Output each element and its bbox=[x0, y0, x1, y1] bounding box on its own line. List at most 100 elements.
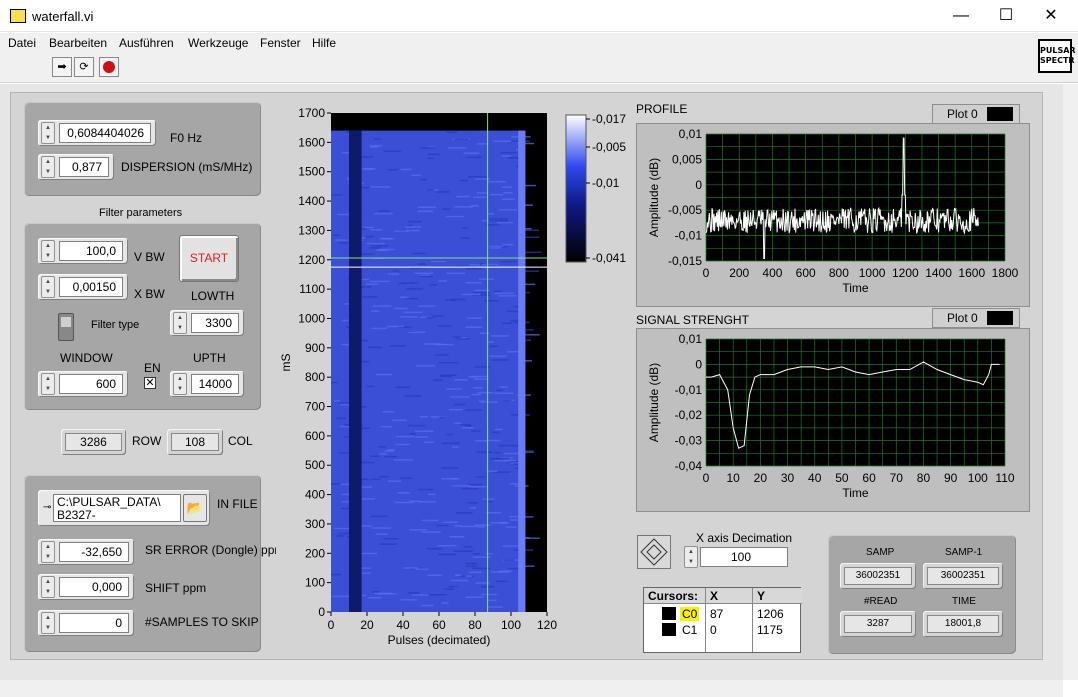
profile-graph[interactable]: 0 200 400 600 800 1000 1200 1400 1600 1800 0,01 0,0… bbox=[636, 123, 1030, 307]
cursor-name-c0[interactable]: C0 bbox=[680, 607, 700, 621]
start-button[interactable]: START bbox=[179, 235, 239, 282]
x-tick-label: 120 bbox=[537, 618, 557, 632]
vbw-control[interactable]: ▲ ▼ 100,0 bbox=[38, 238, 128, 264]
xbw-spinner[interactable]: ▲ ▼ bbox=[41, 276, 55, 298]
sr-error-value[interactable]: -32,650 bbox=[59, 542, 129, 562]
menu-bearbeiten[interactable]: Bearbeiten bbox=[49, 36, 107, 50]
x-tick-label: 80 bbox=[917, 471, 931, 485]
waterfall-texture-cell bbox=[371, 527, 392, 529]
upth-value[interactable]: 14000 bbox=[191, 374, 239, 394]
dispersion-control[interactable]: ▲ ▼ 0,877 bbox=[38, 154, 114, 180]
x-tick-label: 40 bbox=[396, 618, 410, 632]
graph-palette-nav-icon[interactable] bbox=[637, 535, 671, 569]
x-decimation-value[interactable]: 100 bbox=[700, 547, 788, 567]
waterfall-texture-cell bbox=[468, 571, 482, 574]
waterfall-texture-cell bbox=[387, 449, 395, 451]
waterfall-texture-cell bbox=[494, 392, 514, 394]
waterfall-texture-cell bbox=[408, 592, 420, 594]
waterfall-texture-cell bbox=[398, 282, 406, 285]
waterfall-texture-cell bbox=[386, 325, 404, 328]
xbw-value[interactable]: 0,00150 bbox=[59, 277, 123, 297]
waterfall-texture-cell bbox=[431, 315, 445, 317]
run-arrow-icon[interactable]: ➡ bbox=[52, 57, 72, 77]
waterfall-texture-cell bbox=[524, 236, 540, 239]
waterfall-texture-cell bbox=[452, 485, 471, 487]
signal-graph[interactable]: 0 10 20 30 40 50 60 70 80 90 100 110 0,01 0 -0,01 -0,02… bbox=[636, 328, 1030, 512]
waterfall-texture-cell bbox=[406, 224, 413, 227]
vbw-spinner[interactable]: ▲ ▼ bbox=[41, 240, 55, 262]
shift-spinner[interactable]: ▲ ▼ bbox=[41, 576, 55, 598]
x-tick-label: 30 bbox=[781, 471, 795, 485]
abort-icon[interactable] bbox=[99, 57, 119, 77]
skip-control[interactable]: ▲ ▼ 0 bbox=[38, 610, 134, 636]
waterfall-texture-cell bbox=[367, 596, 382, 599]
lowth-control[interactable]: ▲ ▼ 3300 bbox=[170, 310, 244, 336]
shift-value[interactable]: 0,000 bbox=[59, 577, 129, 597]
signal-plot-legend[interactable]: Plot 0 bbox=[932, 308, 1020, 328]
waterfall-texture-cell bbox=[485, 553, 494, 555]
lowth-spinner[interactable]: ▲ ▼ bbox=[173, 312, 187, 334]
waterfall-texture-cell bbox=[376, 373, 393, 376]
skip-spinner[interactable]: ▲ ▼ bbox=[41, 612, 55, 634]
menu-datei[interactable]: Datei bbox=[8, 36, 36, 50]
upth-control[interactable]: ▲ ▼ 14000 bbox=[170, 371, 244, 397]
waterfall-texture-cell bbox=[441, 467, 459, 469]
waterfall-texture-cell bbox=[369, 247, 382, 249]
waterfall-texture-cell bbox=[467, 317, 482, 319]
read-value: 3287 bbox=[844, 615, 912, 633]
f0-spinner[interactable]: ▲ ▼ bbox=[41, 122, 55, 144]
waterfall-texture-cell bbox=[450, 298, 466, 301]
minimize-button[interactable]: — bbox=[938, 0, 984, 32]
waterfall-texture-cell bbox=[417, 206, 437, 209]
y-tick-label: 0 bbox=[695, 357, 702, 371]
window-control[interactable]: ▲ ▼ 600 bbox=[38, 371, 128, 397]
waterfall-texture-cell bbox=[418, 305, 436, 307]
dispersion-value[interactable]: 0,877 bbox=[59, 157, 109, 177]
y-tick-label: 1000 bbox=[298, 311, 325, 325]
x-tick-label: 100 bbox=[501, 618, 521, 632]
waterfall-texture-cell bbox=[395, 435, 415, 438]
waterfall-texture-cell bbox=[476, 476, 485, 478]
xbw-control[interactable]: ▲ ▼ 0,00150 bbox=[38, 274, 128, 300]
maximize-button[interactable]: ☐ bbox=[983, 0, 1029, 32]
skip-value[interactable]: 0 bbox=[59, 613, 129, 633]
waterfall-texture-cell bbox=[504, 559, 515, 561]
in-file-path[interactable]: C:\PULSAR_DATA\ B2327- bbox=[53, 494, 181, 522]
menu-ausfuehren[interactable]: Ausführen bbox=[119, 36, 174, 50]
menu-werkzeuge[interactable]: Werkzeuge bbox=[188, 36, 248, 50]
profile-plot-legend[interactable]: Plot 0 bbox=[932, 104, 1020, 124]
waterfall-texture-cell bbox=[420, 531, 441, 533]
upth-spinner[interactable]: ▲ ▼ bbox=[173, 373, 187, 395]
waterfall-texture-cell bbox=[399, 316, 418, 318]
run-continuously-icon[interactable]: ⟳ bbox=[74, 57, 94, 77]
read-label: #READ bbox=[864, 596, 898, 607]
cursor-legend[interactable]: Cursors: X Y C0 87 1206 C1 0 1175 bbox=[643, 587, 802, 653]
menu-hilfe[interactable]: Hilfe bbox=[312, 36, 336, 50]
window-spinner[interactable]: ▲ ▼ bbox=[41, 373, 55, 395]
close-button[interactable]: ✕ bbox=[1028, 0, 1074, 32]
cursor-name-c1[interactable]: C1 bbox=[680, 623, 699, 637]
horizontal-scrollbar[interactable] bbox=[0, 680, 1063, 697]
cursor-x-c1: 0 bbox=[710, 623, 717, 637]
waterfall-texture-cell bbox=[488, 599, 497, 602]
vertical-scrollbar[interactable] bbox=[1063, 84, 1078, 680]
waterfall-texture-cell bbox=[445, 388, 462, 390]
vbw-value[interactable]: 100,0 bbox=[59, 241, 123, 261]
folder-browse-icon[interactable]: 📂 bbox=[183, 494, 207, 522]
waterfall-graph[interactable]: 0100200300400500600700800900100011001200… bbox=[276, 103, 646, 663]
shift-control[interactable]: ▲ ▼ 0,000 bbox=[38, 574, 134, 600]
menu-fenster[interactable]: Fenster bbox=[260, 36, 301, 50]
colorbar-tick-label: -0,041 bbox=[592, 251, 626, 265]
window-value[interactable]: 600 bbox=[59, 374, 123, 394]
dispersion-spinner[interactable]: ▲ ▼ bbox=[41, 156, 55, 178]
sr-error-spinner[interactable]: ▲ ▼ bbox=[41, 541, 55, 563]
x-decimation-spinner[interactable]: ▲ ▼ bbox=[684, 546, 698, 568]
f0-control[interactable]: ▲ ▼ 0,6084404026 bbox=[38, 120, 156, 146]
en-checkbox[interactable]: ✕ bbox=[144, 377, 156, 389]
lowth-value[interactable]: 3300 bbox=[191, 313, 239, 333]
sr-error-control[interactable]: ▲ ▼ -32,650 bbox=[38, 539, 134, 565]
waterfall-texture-cell bbox=[461, 427, 474, 429]
x-decimation-control[interactable]: ▲ ▼ 100 bbox=[682, 545, 791, 569]
f0-value[interactable]: 0,6084404026 bbox=[59, 123, 151, 143]
filter-type-toggle[interactable] bbox=[58, 313, 74, 341]
